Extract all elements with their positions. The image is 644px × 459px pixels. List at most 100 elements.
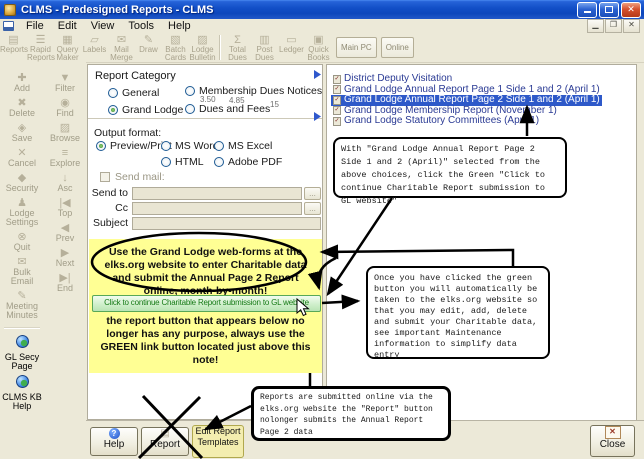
- cc-field[interactable]: [132, 202, 302, 215]
- report-item-icon: ✓: [333, 96, 341, 105]
- toolbar-button[interactable]: ✉ Mail Merge: [108, 33, 135, 62]
- clms-kb-help-globe-icon: [16, 375, 29, 388]
- toolbar-button[interactable]: ▱ Labels: [81, 33, 108, 62]
- report-item-icon: ✓: [333, 117, 341, 126]
- note-bottom-text: the report button that appears below no …: [94, 315, 317, 367]
- main-pc-button[interactable]: Main PC: [336, 37, 377, 58]
- sidebar-button[interactable]: ◈ Save: [2, 122, 42, 143]
- section-separator: [88, 118, 322, 119]
- report-list-panel: ✓ District Deputy Visitation ✓ Grand Lod…: [326, 64, 637, 423]
- radio-icon: [214, 141, 224, 151]
- toolbar-button[interactable]: ▤ Reports: [0, 33, 27, 62]
- menu-item[interactable]: Tools: [121, 19, 161, 33]
- mdi-close-icon[interactable]: ✕: [623, 19, 640, 33]
- sidebar-button[interactable]: ▶ Next: [45, 247, 85, 268]
- radio-grand-lodge[interactable]: Grand Lodge: [108, 104, 183, 116]
- sidebar-button[interactable]: ▶| End: [45, 272, 85, 293]
- sidebar-button[interactable]: ✎ Meeting Minutes: [2, 290, 42, 320]
- app-icon: [4, 4, 16, 16]
- callout-select-report: With "Grand Lodge Annual Report Page 2 S…: [333, 137, 567, 198]
- toolbar-separator: [219, 35, 221, 60]
- menu-item[interactable]: View: [84, 19, 122, 33]
- sidebar-button[interactable]: |◀ Top: [45, 197, 85, 218]
- radio-ms-word[interactable]: MS Word: [161, 140, 219, 152]
- report-list-item[interactable]: ✓ Grand Lodge Annual Report Page 2 Side …: [331, 95, 602, 106]
- sidebar-button[interactable]: ⊗ Quit: [2, 231, 42, 252]
- close-icon: ✕: [605, 426, 621, 439]
- toolbar-button[interactable]: ▣ Quick Books: [305, 33, 332, 62]
- toolbar-button[interactable]: ☰ Rapid Reports: [27, 33, 54, 62]
- radio-icon: [185, 104, 195, 114]
- radio-dues-and-fees[interactable]: Dues and Fees: [185, 103, 270, 115]
- sidebar-button[interactable]: ≡ Explore: [45, 147, 85, 168]
- screen-artifact-text: 3.50: [200, 95, 216, 104]
- subject-field[interactable]: [132, 217, 321, 230]
- toolbar-button[interactable]: ▧ Batch Cards: [162, 33, 189, 62]
- mdi-restore-icon[interactable]: ❐: [605, 19, 622, 33]
- toolbar-button[interactable]: ✎ Draw: [135, 33, 162, 62]
- charitable-report-link-button[interactable]: Click to continue Charitable Report subm…: [92, 295, 321, 312]
- report-list-item[interactable]: ✓ Grand Lodge Statutory Committees (Apri…: [331, 116, 541, 127]
- child-window-icon: [3, 21, 14, 31]
- sidebar-button[interactable]: ✖ Delete: [2, 97, 42, 118]
- sidebar-link-button[interactable]: CLMS KB Help: [2, 375, 42, 411]
- report-icon: ▤: [160, 429, 169, 439]
- sidebar-button[interactable]: ✚ Add: [2, 72, 42, 93]
- close-window-button[interactable]: ✕: [621, 2, 641, 18]
- menu-bar: FileEditViewToolsHelp ▁ ❐ ✕: [0, 19, 644, 33]
- sidebar-link-button[interactable]: GL Secy Page: [2, 335, 42, 371]
- sidebar-button[interactable]: ◉ Find: [45, 97, 85, 118]
- radio-icon: [161, 157, 171, 167]
- menu-item[interactable]: Help: [161, 19, 198, 33]
- sidebar-button[interactable]: ◆ Security: [2, 172, 42, 193]
- menu-item[interactable]: Edit: [51, 19, 84, 33]
- minimize-button[interactable]: [577, 2, 597, 18]
- sidebar: ✚ Add ✖ Delete ◈ Save ✕: [0, 62, 86, 459]
- checkbox-icon: [100, 172, 110, 182]
- send-to-label: Send to: [88, 187, 128, 199]
- sidebar-button[interactable]: ◀ Prev: [45, 222, 85, 243]
- edit-report-templates-button[interactable]: Edit Report Templates: [192, 425, 244, 458]
- sidebar-button[interactable]: ✕ Cancel: [2, 147, 42, 168]
- restore-button[interactable]: [599, 2, 619, 18]
- send-to-field[interactable]: [132, 187, 302, 200]
- radio-icon: [185, 86, 195, 96]
- cc-label: Cc: [88, 202, 128, 214]
- toolbar-button[interactable]: ▨ Lodge Bulletin: [189, 33, 216, 62]
- send-mail-checkbox[interactable]: Send mail:: [100, 171, 165, 183]
- radio-icon: [96, 141, 106, 151]
- toolbar: ▤ Reports ☰ Rapid Reports ▦ Query Maker …: [0, 33, 644, 63]
- report-item-icon: ✓: [333, 75, 341, 84]
- online-button[interactable]: Online: [381, 37, 414, 58]
- report-list-item[interactable]: ✓ District Deputy Visitation: [331, 74, 454, 85]
- send-to-browse-button[interactable]: ...: [304, 187, 321, 200]
- clms-window: CLMS - Predesigned Reports - CLMS ✕ File…: [0, 0, 644, 459]
- toolbar-button[interactable]: ▦ Query Maker: [54, 33, 81, 62]
- sidebar-divider: [4, 327, 40, 329]
- sidebar-button[interactable]: ♟ Lodge Settings: [2, 197, 42, 227]
- radio-icon: [214, 157, 224, 167]
- radio-icon: [108, 88, 118, 98]
- radio-ms-excel[interactable]: MS Excel: [214, 140, 272, 152]
- yellow-note: Use the Grand Lodge web-forms at the elk…: [89, 239, 322, 373]
- screen-artifact-text: 4.85: [229, 96, 245, 105]
- sidebar-button[interactable]: ✉ Bulk Email: [2, 256, 42, 286]
- toolbar-button[interactable]: ▥ Post Dues: [251, 33, 278, 62]
- radio-icon: [108, 105, 118, 115]
- close-button[interactable]: ✕ Close: [590, 425, 635, 457]
- toolbar-button[interactable]: ▭ Ledger: [278, 33, 305, 62]
- menu-item[interactable]: File: [19, 19, 51, 33]
- cc-browse-button[interactable]: ...: [304, 202, 321, 215]
- toolbar-button[interactable]: Σ Total Dues: [224, 33, 251, 62]
- radio-html[interactable]: HTML: [161, 156, 204, 168]
- sidebar-button[interactable]: ▨ Browse: [45, 122, 85, 143]
- screen-artifact-text: 15: [270, 100, 279, 109]
- help-button[interactable]: ? Help: [90, 427, 138, 456]
- mdi-minimize-icon[interactable]: ▁: [587, 19, 604, 33]
- output-format-title: Output format:: [94, 127, 161, 139]
- report-button[interactable]: ▤ Report: [141, 427, 189, 456]
- sidebar-button[interactable]: ↓ Asc: [45, 172, 85, 193]
- sidebar-button[interactable]: ▼ Filter: [45, 72, 85, 93]
- radio-general[interactable]: General: [108, 87, 159, 99]
- radio-adobe-pdf[interactable]: Adobe PDF: [214, 156, 282, 168]
